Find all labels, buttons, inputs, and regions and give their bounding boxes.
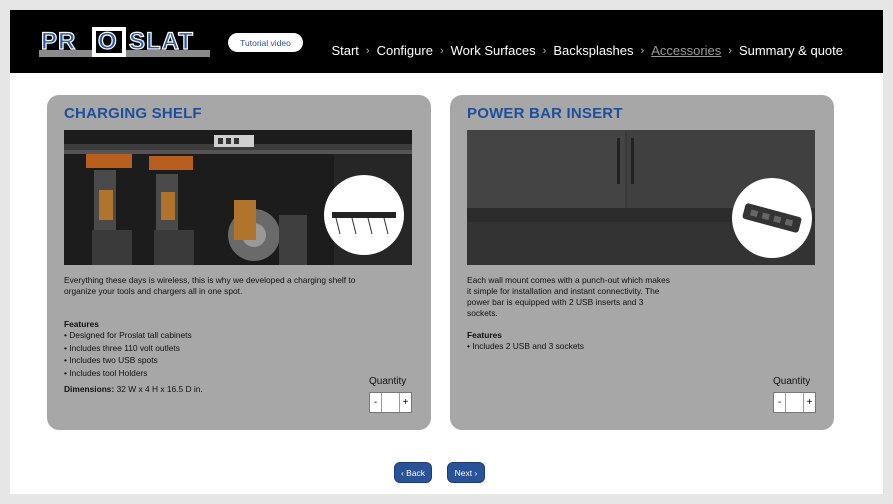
- chevron-right-icon: ›: [542, 44, 547, 57]
- quantity-stepper: - +: [773, 392, 816, 413]
- svg-text:O: O: [98, 28, 117, 55]
- product-card-charging-shelf: CHARGING SHELF Everything these days is …: [47, 95, 431, 430]
- page: PR O SLAT Tutorial video Start › Configu…: [10, 10, 883, 494]
- features-heading: Features: [467, 330, 502, 340]
- list-item: • Includes two USB spots: [64, 355, 158, 365]
- dimensions-value: 32 W x 4 H x 16.5 D in.: [114, 384, 203, 394]
- dimensions: Dimensions: 32 W x 4 H x 16.5 D in.: [64, 384, 203, 394]
- quantity-input[interactable]: [785, 393, 804, 412]
- increment-button[interactable]: +: [804, 393, 815, 412]
- product-description: Everything these days is wireless, this …: [64, 275, 356, 296]
- power-bar-insert-photo: [467, 130, 815, 265]
- header-bar: PR O SLAT Tutorial video Start › Configu…: [10, 10, 883, 73]
- features-list: • Designed for Proslat tall cabinets • I…: [64, 329, 192, 379]
- decrement-button[interactable]: -: [370, 393, 381, 412]
- nav-step-work-surfaces[interactable]: Work Surfaces: [451, 43, 536, 58]
- features-heading: Features: [64, 319, 99, 329]
- next-button[interactable]: Next ›: [447, 462, 485, 483]
- dimensions-label: Dimensions:: [64, 384, 115, 394]
- chevron-right-icon: ›: [728, 44, 732, 57]
- list-item: • Includes 2 USB and 3 sockets: [467, 341, 584, 351]
- product-description: Each wall mount comes with a punch-out w…: [467, 275, 670, 318]
- list-item: • Includes three 110 volt outlets: [64, 342, 180, 353]
- features-list: • Includes 2 USB and 3 sockets: [467, 340, 584, 353]
- quantity-input[interactable]: [381, 393, 400, 412]
- charging-shelf-photo: [64, 130, 412, 265]
- quantity-label: Quantity: [369, 376, 407, 387]
- list-item: • Designed for Proslat tall cabinets: [64, 330, 192, 340]
- breadcrumb-nav: Start › Configure › Work Surfaces › Back…: [331, 43, 843, 58]
- quantity-label: Quantity: [773, 376, 811, 387]
- nav-step-accessories[interactable]: Accessories: [651, 43, 721, 58]
- chevron-right-icon: ›: [365, 44, 370, 57]
- svg-text:SLAT: SLAT: [129, 28, 194, 55]
- nav-step-configure[interactable]: Configure: [377, 43, 433, 58]
- product-title: POWER BAR INSERT: [467, 105, 623, 122]
- decrement-button[interactable]: -: [774, 393, 785, 412]
- back-button[interactable]: ‹ Back: [394, 462, 432, 483]
- svg-text:PR: PR: [41, 28, 76, 55]
- nav-step-backsplashes[interactable]: Backsplashes: [553, 43, 633, 58]
- chevron-right-icon: ›: [640, 44, 645, 57]
- list-item: • Includes tool Holders: [64, 367, 148, 378]
- nav-step-summary-quote[interactable]: Summary & quote: [739, 43, 843, 58]
- quantity-stepper: - +: [369, 392, 412, 413]
- nav-step-start[interactable]: Start: [331, 43, 358, 58]
- chevron-right-icon: ›: [439, 44, 444, 57]
- product-card-power-bar-insert: POWER BAR INSERT Each wall mount comes w…: [450, 95, 834, 430]
- increment-button[interactable]: +: [400, 393, 411, 412]
- tutorial-video-button[interactable]: Tutorial video: [228, 33, 303, 52]
- product-title: CHARGING SHELF: [64, 105, 202, 122]
- proslat-logo[interactable]: PR O SLAT: [39, 26, 210, 58]
